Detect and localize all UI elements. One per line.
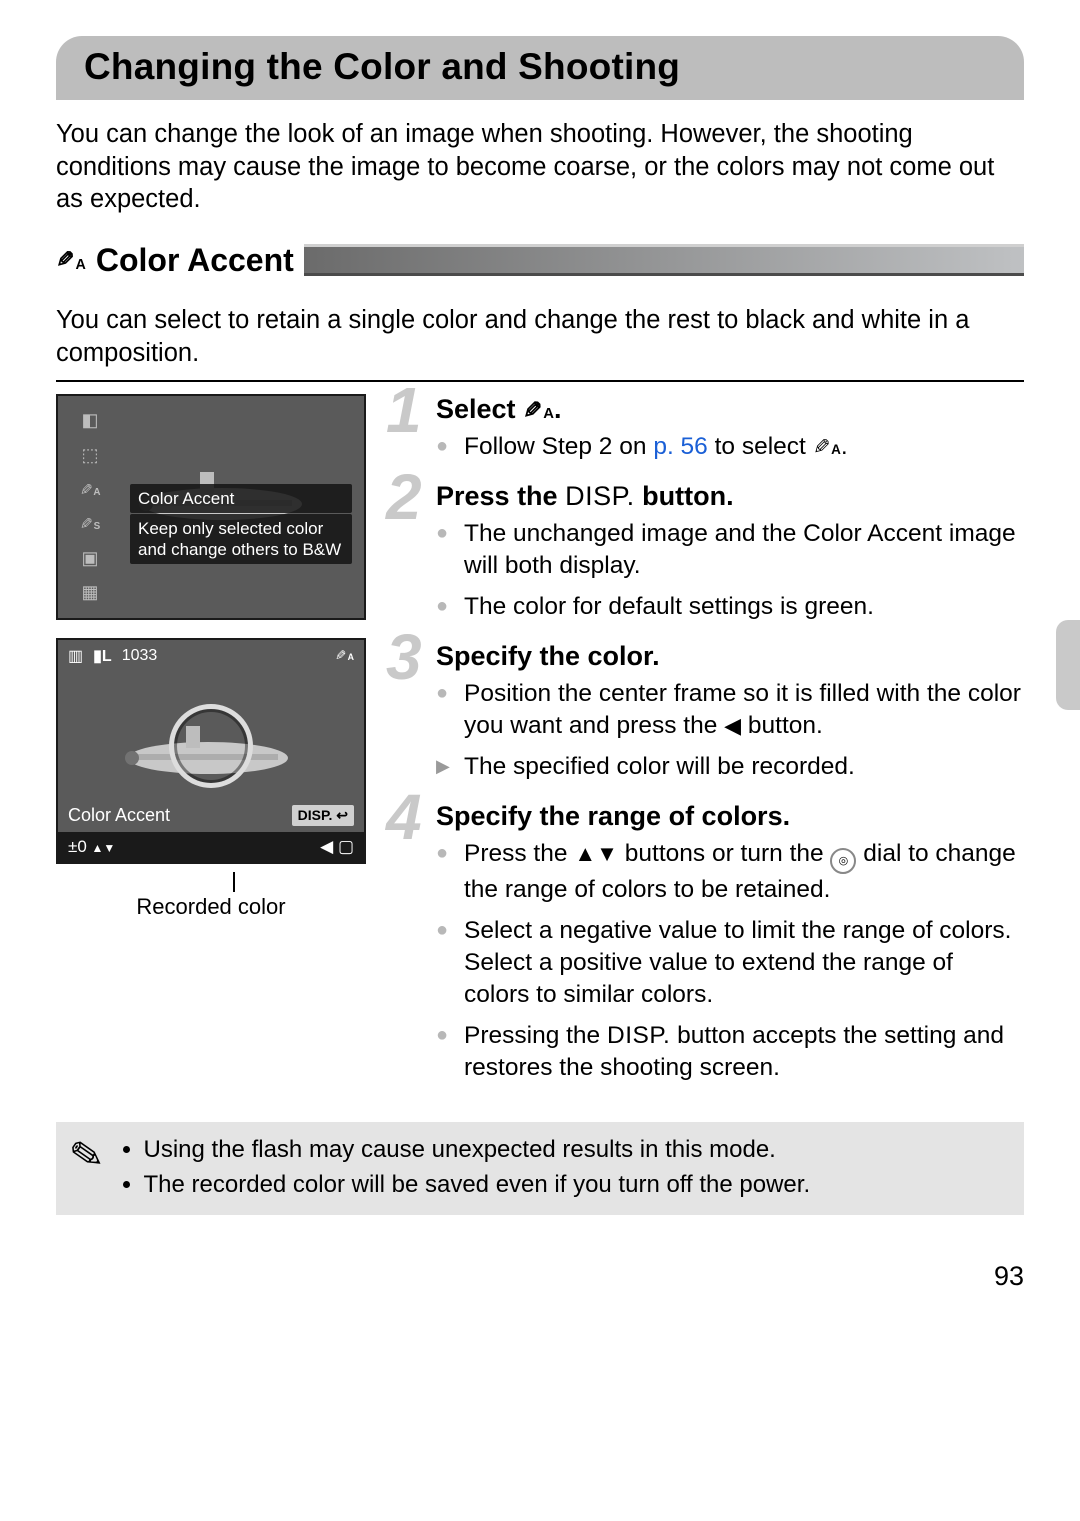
step-1: 1 Select ✎A. Follow Step 2 on p. 56 to s… [392,394,1024,463]
pencil-note-icon: ✎ [67,1134,107,1179]
section-accent-bar [304,244,1024,276]
disp-button-label: DISP. [607,1022,670,1049]
section-description: You can select to retain a single color … [56,304,1024,369]
step-3: 3 Specify the color. Position the center… [392,641,1024,783]
page-title-bar: Changing the Color and Shooting [56,36,1024,100]
step-bullet: Press the ▲▼ buttons or turn the ◎ dial … [436,838,1024,907]
mode-name-overlay: Color Accent [68,805,170,826]
page-title: Changing the Color and Shooting [84,46,680,87]
separator-line [56,380,1024,382]
section-heading: ✎A Color Accent [56,242,1024,279]
up-down-arrow-icon: ▲▼ [574,841,618,866]
left-arrow-icon: ◀ [724,713,741,738]
screenshot-caption: Recorded color [56,894,366,920]
paintbrush-a-icon: ✎A [523,394,554,424]
steps-column: 1 Select ✎A. Follow Step 2 on p. 56 to s… [392,394,1024,1103]
step-2: 2 Press the DISP. button. The unchanged … [392,481,1024,623]
note-box: ✎ Using the flash may cause unexpected r… [56,1122,1024,1215]
mode-name-overlay: Color Accent [130,484,352,513]
step-number: 3 [386,625,422,689]
camera-screenshot-live: ▥ ▮L 1033 ✎A Color Accent DISP. ↩ ±0 ▲▼ … [56,638,366,864]
paintbrush-a-icon: ✎A [80,479,101,500]
paintbrush-a-icon: ✎A [335,647,354,665]
step-title: Press the DISP. button. [436,481,1024,512]
chapter-thumb-tab [1056,620,1080,710]
step-bullet: Follow Step 2 on p. 56 to select ✎A. [436,431,1024,463]
battery-icon: ▥ [68,646,83,666]
disp-button-label: DISP. [565,481,635,511]
step-number: 1 [386,378,422,442]
camera-screenshot-menu: ◧⬚✎A✎S▣▦ Color Accent Keep only selected… [56,394,366,620]
note-item: The recorded color will be saved even if… [144,1169,811,1201]
step-bullet: Select a negative value to limit the ran… [436,915,1024,1012]
step-number: 4 [386,785,422,849]
intro-text: You can change the look of an image when… [56,118,1024,216]
center-sample-ring [169,704,253,788]
section-title: Color Accent [96,242,294,279]
mode-hint-overlay: Keep only selected colorand change other… [130,514,352,565]
paintbrush-a-icon: ✎A [813,433,841,460]
note-item: Using the flash may cause unexpected res… [144,1134,811,1166]
step-result: The specified color will be recorded. [436,751,1024,783]
manual-page: Changing the Color and Shooting You can … [0,0,1080,1322]
range-value: ±0 ▲▼ [68,837,115,857]
page-number: 93 [56,1261,1024,1322]
step-number: 2 [386,465,422,529]
disp-toggle-chip: DISP. ↩ [292,805,354,826]
step-4: 4 Specify the range of colors. Press the… [392,801,1024,1084]
shots-remaining: 1033 [122,647,158,665]
step-title: Select ✎A. [436,394,1024,425]
step-bullet: The color for default settings is green. [436,591,1024,623]
callout-line [233,872,235,892]
quality-icon: ▮L [93,646,112,666]
step-bullet: Position the center frame so it is fille… [436,678,1024,743]
page-ref-link[interactable]: p. 56 [653,433,708,460]
step-title: Specify the color. [436,641,1024,672]
paintbrush-a-icon: ✎A [56,247,86,273]
screenshots-column: ◧⬚✎A✎S▣▦ Color Accent Keep only selected… [56,394,366,1103]
step-title: Specify the range of colors. [436,801,1024,832]
step-bullet: Pressing the DISP. button accepts the se… [436,1020,1024,1085]
control-dial-icon: ◎ [830,848,856,874]
sample-swatch-icon: ◀ ▢ [320,837,354,857]
step-bullet: The unchanged image and the Color Accent… [436,518,1024,583]
